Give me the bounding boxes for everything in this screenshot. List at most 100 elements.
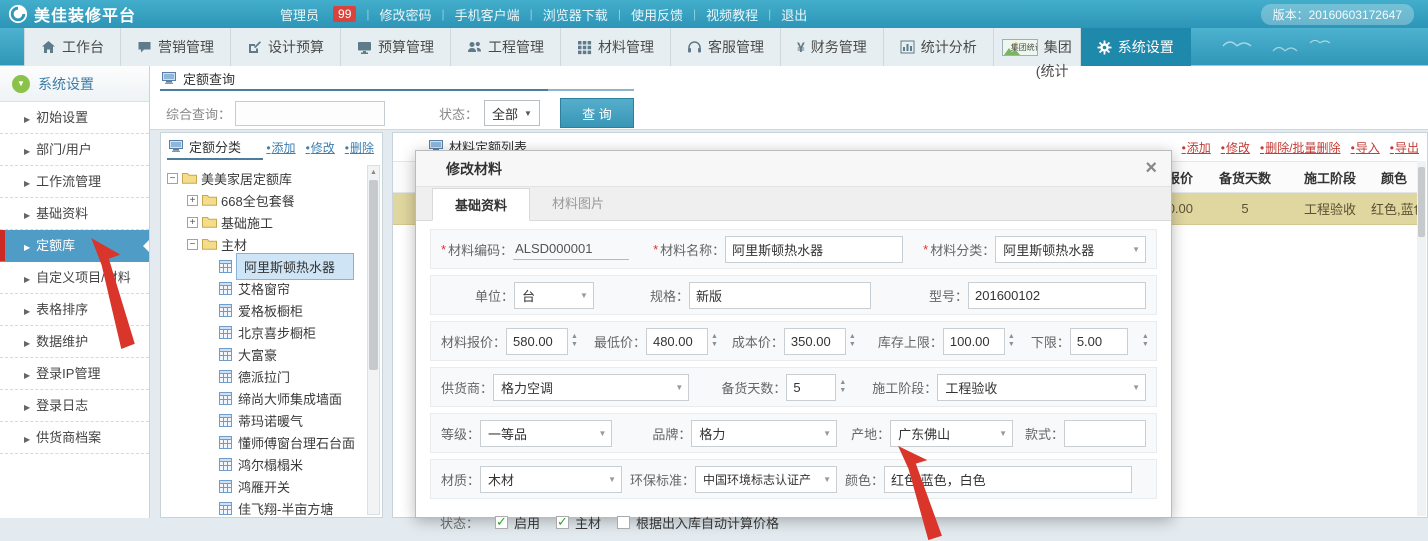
cost-price-input[interactable] <box>784 328 846 355</box>
tree-item[interactable]: 鸿雁开关 <box>167 475 364 497</box>
scrollbar-thumb[interactable] <box>369 180 378 370</box>
import-link[interactable]: 导入 <box>1351 139 1380 156</box>
tree-item[interactable]: 大富豪 <box>167 343 364 365</box>
tree-scrollbar[interactable]: ▲ <box>367 165 380 515</box>
checkbox-icon[interactable] <box>556 516 569 529</box>
stock-min-input[interactable] <box>1070 328 1128 355</box>
sidebar-item-custom-project-material[interactable]: ▶自定义项目/材料 <box>0 262 149 294</box>
tree-item[interactable]: 北京喜步橱柜 <box>167 321 364 343</box>
notification-badge[interactable]: 99 <box>333 6 356 22</box>
tree-item[interactable]: 佳飞翔-半亩方塘 <box>167 497 364 517</box>
checkbox-main-material[interactable]: 主材 <box>556 513 601 532</box>
tab-system-settings[interactable]: 系统设置 <box>1081 28 1191 66</box>
tree-item[interactable]: 艾格窗帘 <box>167 277 364 299</box>
tab-group-stats[interactable]: 集团统计 集团 (统计 <box>994 28 1081 66</box>
scrollbar-thumb[interactable] <box>1418 167 1425 237</box>
tree-item[interactable]: 德派拉门 <box>167 365 364 387</box>
tree-item[interactable]: 爱格板橱柜 <box>167 299 364 321</box>
tab-budget-mgmt[interactable]: 预算管理 <box>341 28 451 66</box>
sidebar-item-table-sort[interactable]: ▶表格排序 <box>0 294 149 326</box>
min-price-input[interactable] <box>646 328 708 355</box>
sidebar-item-dept-users[interactable]: ▶部门/用户 <box>0 134 149 166</box>
tab-material-mgmt[interactable]: 材料管理 <box>561 28 671 66</box>
grade-select[interactable]: 一等品 ▼ <box>480 420 612 447</box>
material-category-select[interactable]: 阿里斯顿热水器 ▼ <box>995 236 1146 263</box>
collapse-icon[interactable]: − <box>167 173 178 184</box>
brand-select[interactable]: 格力 ▼ <box>691 420 837 447</box>
tab-project-mgmt[interactable]: 工程管理 <box>451 28 561 66</box>
model-input[interactable] <box>968 282 1146 309</box>
tab-material-images[interactable]: 材料图片 <box>530 187 626 220</box>
tab-marketing[interactable]: 营销管理 <box>121 28 231 66</box>
tab-design-budget[interactable]: 设计预算 <box>231 28 341 66</box>
sidebar-item-base-data[interactable]: ▶基础资料 <box>0 198 149 230</box>
checkbox-enabled[interactable]: 启用 <box>495 513 540 532</box>
color-input[interactable] <box>884 466 1132 493</box>
tab-customer-service[interactable]: 客服管理 <box>671 28 781 66</box>
collapse-icon[interactable]: − <box>187 239 198 250</box>
menu-logout[interactable]: 退出 <box>781 5 807 24</box>
search-button[interactable]: 查 询 <box>560 98 634 128</box>
spinner-arrows[interactable]: ▲▼ <box>849 333 856 349</box>
delete-link[interactable]: 删除 <box>345 139 374 156</box>
material-select[interactable]: 木材 ▼ <box>480 466 622 493</box>
spinner-arrows[interactable]: ▲▼ <box>711 333 718 349</box>
scroll-up-icon[interactable]: ▲ <box>368 166 379 179</box>
checkbox-icon[interactable] <box>617 516 630 529</box>
unit-select[interactable]: 台 ▼ <box>514 282 594 309</box>
status-select[interactable]: 全部 ▼ <box>484 100 540 126</box>
edit-link[interactable]: 修改 <box>1221 139 1250 156</box>
search-input[interactable] <box>235 101 385 126</box>
spinner-arrows[interactable]: ▲▼ <box>1142 333 1149 349</box>
delete-batch-link[interactable]: 删除/批量删除 <box>1260 139 1341 156</box>
add-link[interactable]: 添加 <box>1182 139 1211 156</box>
menu-video-tutorial[interactable]: 视频教程 <box>706 5 758 24</box>
list-scrollbar[interactable] <box>1417 161 1426 516</box>
sidebar-item-data-maintenance[interactable]: ▶数据维护 <box>0 326 149 358</box>
tab-base-data[interactable]: 基础资料 <box>432 188 530 221</box>
close-icon[interactable]: × <box>1145 157 1157 180</box>
spinner-arrows[interactable]: ▲▼ <box>839 379 846 395</box>
checkbox-icon[interactable] <box>495 516 508 529</box>
sidebar-item-initial-settings[interactable]: ▶初始设置 <box>0 102 149 134</box>
tree-folder[interactable]: + 基础施工 <box>167 211 364 233</box>
menu-feedback[interactable]: 使用反馈 <box>631 5 683 24</box>
quote-input[interactable] <box>506 328 568 355</box>
tree-item[interactable]: 蒂玛诺暖气 <box>167 409 364 431</box>
export-link[interactable]: 导出 <box>1390 139 1419 156</box>
material-name-input[interactable] <box>725 236 903 263</box>
style-input[interactable] <box>1064 420 1146 447</box>
tree-item[interactable]: 阿里斯顿热水器 <box>167 255 364 277</box>
menu-mobile-client[interactable]: 手机客户端 <box>455 5 520 24</box>
tab-stats-analysis[interactable]: 统计分析 <box>884 28 994 66</box>
menu-browser-download[interactable]: 浏览器下载 <box>543 5 608 24</box>
spec-input[interactable] <box>689 282 871 309</box>
tree-item[interactable]: 缔尚大师集成墙面 <box>167 387 364 409</box>
tree-folder[interactable]: + 668全包套餐 <box>167 189 364 211</box>
tab-finance-mgmt[interactable]: ¥ 财务管理 <box>781 28 884 66</box>
stage-select[interactable]: 工程验收 ▼ <box>937 374 1146 401</box>
lead-days-input[interactable] <box>786 374 836 401</box>
menu-admin[interactable]: 管理员 <box>280 5 319 24</box>
expand-icon[interactable]: + <box>187 195 198 206</box>
checkbox-auto-price[interactable]: 根据出入库自动计算价格 <box>617 513 779 532</box>
spinner-arrows[interactable]: ▲▼ <box>1008 333 1015 349</box>
sidebar-item-login-log[interactable]: ▶登录日志 <box>0 390 149 422</box>
sidebar-header[interactable]: ▼ 系统设置 <box>0 66 149 102</box>
env-std-select[interactable]: 中国环境标志认证产 ▼ <box>695 466 837 493</box>
menu-change-password[interactable]: 修改密码 <box>380 5 432 24</box>
origin-select[interactable]: 广东佛山 ▼ <box>890 420 1013 447</box>
tree-item[interactable]: 鸿尔榻榻米 <box>167 453 364 475</box>
expand-icon[interactable]: + <box>187 217 198 228</box>
spinner-arrows[interactable]: ▲▼ <box>571 333 578 349</box>
tab-workbench[interactable]: 工作台 <box>25 28 121 66</box>
sidebar-item-quota-library[interactable]: ▶定额库 <box>0 230 149 262</box>
edit-link[interactable]: 修改 <box>306 139 335 156</box>
sidebar-item-login-ip[interactable]: ▶登录IP管理 <box>0 358 149 390</box>
supplier-select[interactable]: 格力空调 ▼ <box>493 374 689 401</box>
tree-root[interactable]: − 美美家居定额库 <box>167 167 364 189</box>
sidebar-item-supplier-archive[interactable]: ▶供货商档案 <box>0 422 149 454</box>
tree-item[interactable]: 懂师傅窗台理石台面 <box>167 431 364 453</box>
sidebar-item-workflow[interactable]: ▶工作流管理 <box>0 166 149 198</box>
stock-max-input[interactable] <box>943 328 1005 355</box>
